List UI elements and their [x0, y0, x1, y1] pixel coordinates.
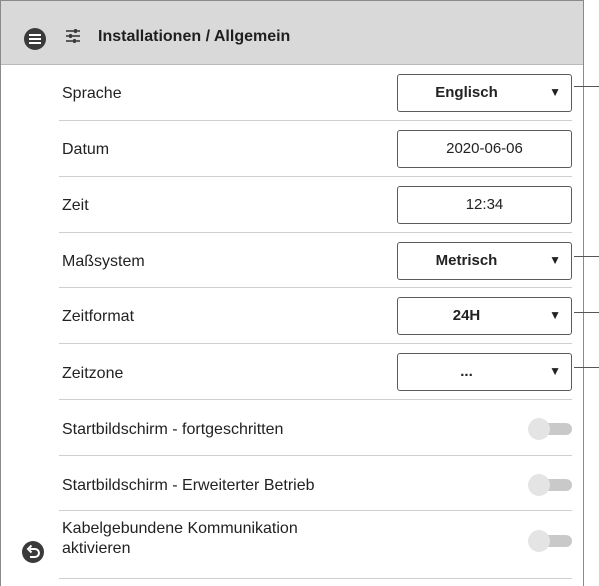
timezone-select[interactable]: ... ▼: [397, 353, 572, 391]
hamburger-icon[interactable]: [24, 28, 46, 50]
chevron-down-icon: ▼: [549, 364, 561, 378]
row-measure-system: Maßsystem Metrisch ▼: [59, 233, 572, 288]
wired-comm-label: Kabelgebundene Kommunikation aktivieren: [62, 519, 298, 559]
row-wired-communication: Kabelgebundene Kommunikation aktivieren: [59, 511, 572, 579]
row-date: Datum 2020-06-06: [59, 121, 572, 177]
measure-select[interactable]: Metrisch ▼: [397, 242, 572, 280]
wired-comm-toggle[interactable]: [528, 530, 572, 552]
wired-comm-label-line1: Kabelgebundene Kommunikation: [62, 520, 298, 537]
language-value: Englisch: [435, 84, 498, 101]
row-time: Zeit 12:34: [59, 177, 572, 233]
timeformat-value: 24H: [452, 307, 481, 324]
wired-comm-label-line2: aktivieren: [62, 540, 131, 557]
start-advanced-toggle[interactable]: [528, 418, 572, 440]
toggle-knob: [528, 418, 550, 440]
row-start-extended: Startbildschirm - Erweiterter Betrieb: [59, 456, 572, 511]
timezone-value: ...: [460, 363, 473, 380]
time-label: Zeit: [62, 197, 89, 214]
start-extended-toggle[interactable]: [528, 474, 572, 496]
callout-line: [574, 256, 599, 257]
row-timezone: Zeitzone ... ▼: [59, 344, 572, 400]
callout-line: [574, 367, 599, 368]
toggle-knob: [528, 530, 550, 552]
undo-arrow-icon: [26, 544, 40, 558]
row-time-format: Zeitformat 24H ▼: [59, 288, 572, 344]
row-start-advanced: Startbildschirm - fortgeschritten: [59, 400, 572, 456]
page-title: Installationen / Allgemein: [98, 28, 291, 45]
language-label: Sprache: [62, 85, 122, 102]
timeformat-select[interactable]: 24H ▼: [397, 297, 572, 335]
chevron-down-icon: ▼: [549, 253, 561, 267]
callout-line: [574, 312, 599, 313]
chevron-down-icon: ▼: [549, 308, 561, 322]
timezone-label: Zeitzone: [62, 365, 124, 382]
date-label: Datum: [62, 141, 110, 158]
callout-line: [574, 86, 599, 87]
measure-label: Maßsystem: [62, 253, 145, 270]
measure-value: Metrisch: [435, 252, 498, 269]
chevron-down-icon: ▼: [549, 85, 561, 99]
start-advanced-label: Startbildschirm - fortgeschritten: [62, 421, 284, 438]
language-select[interactable]: Englisch ▼: [397, 74, 572, 112]
sliders-icon: [66, 29, 80, 43]
timeformat-label: Zeitformat: [62, 308, 135, 325]
start-extended-label: Startbildschirm - Erweiterter Betrieb: [62, 477, 315, 494]
date-field[interactable]: 2020-06-06: [397, 130, 572, 168]
toggle-knob: [528, 474, 550, 496]
back-icon[interactable]: [22, 541, 44, 563]
time-field[interactable]: 12:34: [397, 186, 572, 224]
row-language: Sprache Englisch ▼: [59, 66, 572, 121]
header-bar: Installationen / Allgemein: [1, 1, 583, 65]
